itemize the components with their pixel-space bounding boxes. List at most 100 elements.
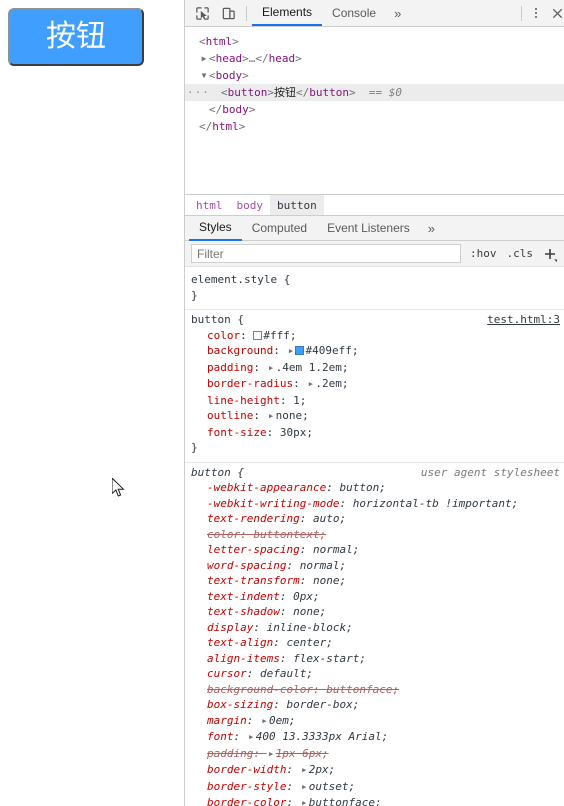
decl-font[interactable]: font: ▶ 400 13.3333px Arial; [185, 729, 564, 746]
tab-elements[interactable]: Elements [252, 0, 323, 26]
decl-text-rendering[interactable]: text-rendering: auto; [185, 511, 564, 527]
expand-shorthand-icon[interactable]: ▶ [267, 361, 276, 377]
page-viewport: 按钮 [0, 0, 184, 806]
color-swatch[interactable] [253, 330, 263, 340]
decl-text-shadow[interactable]: text-shadow: none; [185, 604, 564, 620]
filter-input[interactable] [191, 244, 461, 263]
tab-event-listeners[interactable]: Event Listeners [317, 216, 420, 241]
decl-display[interactable]: display: inline-block; [185, 620, 564, 636]
expand-triangle-collapsed-icon[interactable]: ▶ [199, 50, 209, 67]
styles-pane[interactable]: element.style { } button { test.html:3 c… [185, 267, 564, 806]
dom-row-body[interactable]: ▼ <body> [185, 67, 564, 84]
tab-styles[interactable]: Styles [189, 216, 242, 241]
dom-row-html[interactable]: <html> [185, 33, 564, 50]
decl-font-size[interactable]: font-size: 30px; [185, 425, 564, 441]
tab-computed[interactable]: Computed [242, 216, 317, 241]
decl-name: border-radius [207, 377, 294, 390]
decl-name: line-height [207, 393, 280, 407]
decl-align-items[interactable]: align-items: flex-start; [185, 651, 564, 667]
decl-semicolon: ; [339, 558, 347, 572]
expand-shorthand-icon[interactable]: ▶ [260, 714, 269, 730]
decl-value: 1px 6px [275, 746, 322, 760]
decl-semicolon: ; [312, 589, 320, 603]
decl-cursor[interactable]: cursor: default; [185, 666, 564, 682]
decl-colon: : [299, 543, 313, 556]
decl-colon: : [246, 667, 260, 680]
decl-text-indent[interactable]: text-indent: 0px; [185, 589, 564, 605]
dom-row-html-close[interactable]: </html> [185, 118, 564, 135]
more-sidebar-tabs-chevron-icon[interactable]: » [420, 215, 443, 241]
tab-console[interactable]: Console [322, 0, 386, 26]
expand-shorthand-icon[interactable]: ▶ [306, 377, 315, 393]
rule-user-agent-button[interactable]: button { user agent stylesheet -webkit-a… [185, 461, 564, 806]
decl-border-width[interactable]: border-width: ▶ 2px; [185, 762, 564, 779]
decl-color[interactable]: color: buttontext; [185, 527, 564, 543]
device-toolbar-icon[interactable] [215, 1, 241, 25]
decl-colon: : [286, 796, 300, 806]
decl-value: button [339, 481, 380, 494]
breadcrumb-item-button[interactable]: button [270, 194, 324, 216]
rule-element-style[interactable]: element.style { } [185, 270, 564, 307]
expand-shorthand-icon[interactable]: ▶ [267, 409, 276, 425]
dom-row-head[interactable]: ▶ <head>…</head> [185, 50, 564, 67]
expand-shorthand-icon[interactable]: ▶ [247, 730, 256, 746]
decl-word-spacing[interactable]: word-spacing: normal; [185, 558, 564, 574]
decl-padding[interactable]: padding: ▶ .4em 1.2em; [185, 360, 564, 377]
decl-border-radius[interactable]: border-radius: ▶ .2em; [185, 376, 564, 393]
decl-color[interactable]: color: #fff; [185, 328, 564, 344]
dom-row-button[interactable]: ··· <button>按钮</button> == $0 [185, 84, 564, 101]
decl-semicolon: ; [288, 713, 296, 727]
mouse-cursor-icon [112, 478, 125, 497]
decl-box-sizing[interactable]: box-sizing: border-box; [185, 697, 564, 713]
decl-letter-spacing[interactable]: letter-spacing: normal; [185, 542, 564, 558]
more-options-icon[interactable] [526, 1, 546, 25]
color-swatch[interactable] [295, 346, 305, 355]
decl-text-transform[interactable]: text-transform: none; [185, 573, 564, 589]
hov-toggle[interactable]: :hov [465, 247, 502, 260]
inspect-cursor-icon[interactable] [189, 1, 215, 25]
expand-shorthand-icon[interactable]: ▶ [267, 747, 276, 763]
expand-shorthand-icon[interactable]: ▶ [286, 344, 295, 360]
rule-origin-link[interactable]: test.html:3 [487, 312, 560, 328]
rule-selector-button-ua[interactable]: button { user agent stylesheet [185, 465, 564, 481]
more-panels-chevron-icon[interactable]: » [386, 0, 409, 26]
expand-triangle-expanded-icon[interactable]: ▼ [199, 67, 209, 84]
breadcrumb-item-html[interactable]: html [189, 195, 230, 216]
decl-margin[interactable]: margin: ▶ 0em; [185, 713, 564, 730]
expand-shorthand-icon[interactable]: ▶ [300, 796, 309, 806]
rule-selector-element-style[interactable]: element.style { [185, 272, 564, 288]
decl-border-color[interactable]: border-color: ▶ buttonface; [185, 795, 564, 806]
decl-padding[interactable]: padding: ▶ 1px 6px; [185, 746, 564, 763]
rule-selector-text: button { [191, 313, 244, 326]
expand-shorthand-icon[interactable]: ▶ [300, 763, 309, 779]
decl-value: none [275, 409, 303, 422]
decl-outline[interactable]: outline: ▶ none; [185, 408, 564, 425]
decl-webkit-writing-mode[interactable]: -webkit-writing-mode: horizontal-tb !imp… [185, 496, 564, 512]
hidden-children-ellipsis[interactable]: ··· [187, 87, 210, 98]
decl-line-height[interactable]: line-height: 1; [185, 393, 564, 409]
expand-shorthand-icon[interactable]: ▶ [300, 780, 309, 796]
decl-text-align[interactable]: text-align: center; [185, 635, 564, 651]
decl-background[interactable]: background: ▶ #409eff; [185, 343, 564, 360]
decl-border-style[interactable]: border-style: ▶ outset; [185, 779, 564, 796]
decl-webkit-appearance[interactable]: -webkit-appearance: button; [185, 480, 564, 496]
breadcrumb-item-body[interactable]: body [230, 195, 271, 216]
decl-semicolon: ; [511, 496, 519, 510]
cls-toggle[interactable]: .cls [502, 247, 539, 260]
decl-value: #fff [263, 328, 290, 342]
decl-value: flex-start [293, 651, 360, 665]
dom-row-body-close[interactable]: </body> [185, 101, 564, 118]
dom-tree[interactable]: <html> ▶ <head>…</head> ▼ <body> ··· <butt… [185, 27, 564, 194]
rule-author-button[interactable]: button { test.html:3 color: #fff; backgr… [185, 309, 564, 460]
decl-background-color[interactable]: background-color: buttonface; [185, 682, 564, 698]
demo-button[interactable]: 按钮 [8, 8, 144, 66]
decl-name: font [207, 730, 234, 743]
decl-value: inline-block [266, 620, 347, 634]
decl-name: text-align [207, 636, 274, 649]
decl-colon: : [286, 779, 300, 793]
decl-name: cursor [207, 667, 247, 680]
rule-selector-button[interactable]: button { test.html:3 [185, 312, 564, 328]
close-icon[interactable] [546, 1, 564, 25]
decl-semicolon: ; [346, 620, 353, 634]
new-style-rule-button[interactable] [540, 244, 560, 264]
